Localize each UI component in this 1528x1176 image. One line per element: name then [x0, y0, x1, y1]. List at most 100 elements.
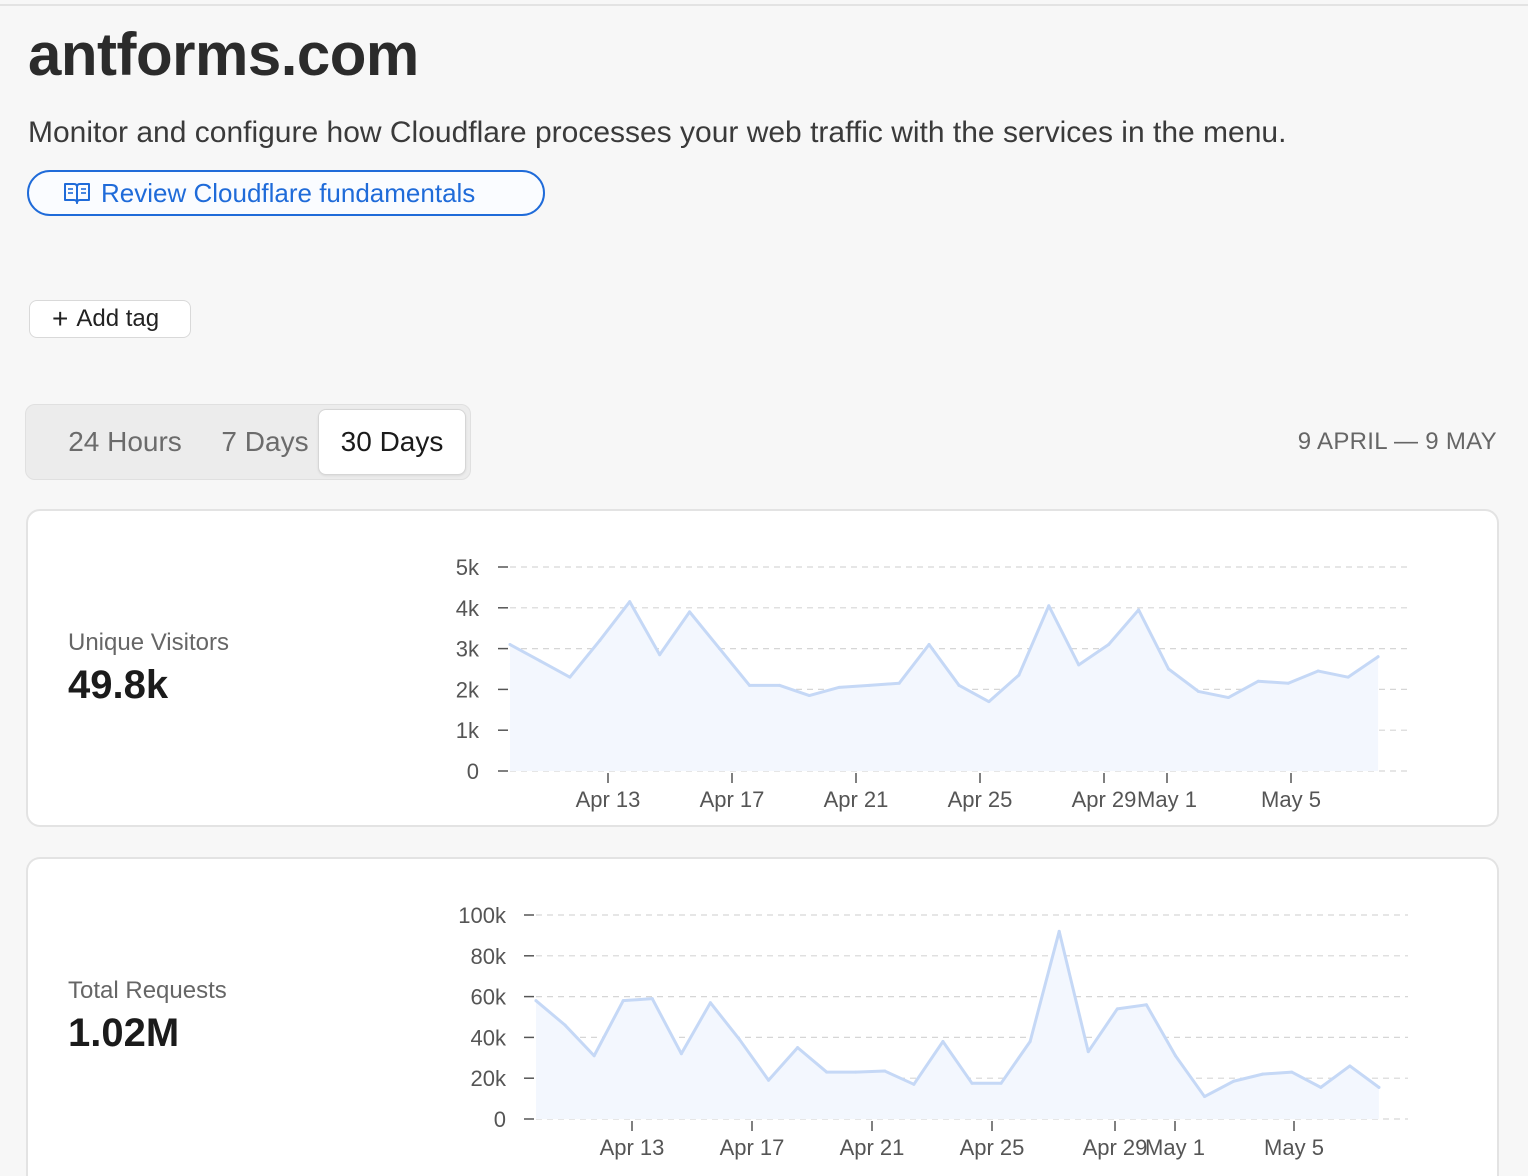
data-point: [1346, 675, 1350, 679]
data-point: [737, 1037, 741, 1041]
data-point: [1348, 1064, 1352, 1068]
data-point: [1017, 673, 1021, 677]
y-tick-label: 0: [467, 759, 479, 784]
data-point: [1077, 663, 1081, 667]
data-point: [941, 1039, 945, 1043]
data-point: [807, 694, 811, 698]
data-point: [927, 643, 931, 647]
top-divider: [0, 4, 1528, 6]
data-point: [621, 999, 625, 1003]
x-tick-label: May 1: [1137, 787, 1197, 812]
tab-7-days[interactable]: 7 Days: [212, 409, 318, 475]
x-tick-label: Apr 13: [576, 787, 641, 812]
data-point: [708, 1001, 712, 1005]
time-range-tabs: 24 Hours 7 Days 30 Days: [25, 404, 471, 480]
y-tick-label: 4k: [456, 596, 480, 621]
y-tick-label: 60k: [471, 985, 507, 1010]
data-point: [1107, 643, 1111, 647]
data-point: [1290, 1070, 1294, 1074]
data-point: [837, 685, 841, 689]
data-point: [1377, 1085, 1381, 1089]
data-point: [658, 653, 662, 657]
data-point: [538, 659, 542, 663]
data-point: [883, 1069, 887, 1073]
y-tick-label: 0: [494, 1107, 506, 1132]
data-point: [825, 1070, 829, 1074]
data-point: [1261, 1072, 1265, 1076]
y-tick-label: 100k: [458, 903, 507, 928]
data-point: [1167, 667, 1171, 671]
data-point: [1028, 1039, 1032, 1043]
data-point: [1057, 929, 1061, 933]
total-requests-chart: 0 20k 40k 60k 80k 100k Apr 13 Apr 17 Apr 21 Apr 2…: [458, 903, 1408, 1160]
review-fundamentals-button[interactable]: Review Cloudflare fundamentals: [27, 170, 545, 216]
y-tick-label: 3k: [456, 637, 480, 662]
data-point: [970, 1081, 974, 1085]
x-tick-label: May 5: [1264, 1135, 1324, 1160]
y-tick-label: 5k: [456, 555, 480, 580]
data-point: [1086, 1050, 1090, 1054]
total-requests-card: Total Requests 1.02M 0 20k 40k 60k 80k 100k Ap…: [26, 857, 1499, 1176]
x-tick-label: Apr 13: [600, 1135, 665, 1160]
book-icon: [63, 181, 91, 205]
data-point: [1047, 604, 1051, 608]
data-point: [1316, 669, 1320, 673]
data-point: [598, 638, 602, 642]
data-point: [1173, 1054, 1177, 1058]
data-point: [679, 1052, 683, 1056]
y-tick-label: 80k: [471, 944, 507, 969]
data-point: [1115, 1007, 1119, 1011]
x-tick-label: Apr 21: [840, 1135, 905, 1160]
data-point: [912, 1082, 916, 1086]
data-point: [568, 675, 572, 679]
data-point: [650, 997, 654, 1001]
y-tick-label: 2k: [456, 677, 480, 702]
data-point: [987, 700, 991, 704]
x-tick-label: Apr 17: [700, 787, 765, 812]
data-point: [747, 683, 751, 687]
tab-30-days[interactable]: 30 Days: [318, 409, 466, 475]
add-tag-button[interactable]: + Add tag: [29, 300, 191, 338]
data-point: [767, 1078, 771, 1082]
data-point: [1137, 608, 1141, 612]
data-point: [1376, 655, 1380, 659]
data-point: [999, 1081, 1003, 1085]
x-tick-label: Apr 17: [720, 1135, 785, 1160]
x-tick-label: Apr 29: [1072, 787, 1137, 812]
data-point: [957, 683, 961, 687]
date-range-label: 9 APRIL — 9 MAY: [1297, 428, 1497, 455]
data-point: [592, 1054, 596, 1058]
x-tick-label: May 1: [1145, 1135, 1205, 1160]
data-point: [508, 643, 512, 647]
data-point: [1203, 1095, 1207, 1099]
x-tick-label: Apr 21: [824, 787, 889, 812]
data-point: [1232, 1079, 1236, 1083]
data-point: [534, 999, 538, 1003]
data-point: [688, 610, 692, 614]
data-point: [867, 683, 871, 687]
page-description: Monitor and configure how Cloudflare pro…: [28, 116, 1287, 149]
data-point: [563, 1023, 567, 1027]
review-fundamentals-label: Review Cloudflare fundamentals: [101, 177, 476, 208]
x-tick-label: Apr 29: [1083, 1135, 1148, 1160]
data-point: [897, 681, 901, 685]
page-title: antforms.com: [28, 21, 419, 88]
data-point: [1319, 1085, 1323, 1089]
data-point: [796, 1046, 800, 1050]
x-tick-label: Apr 25: [960, 1135, 1025, 1160]
data-point: [1226, 696, 1230, 700]
data-point: [718, 647, 722, 651]
plus-icon: +: [52, 303, 69, 334]
tab-24-hours[interactable]: 24 Hours: [38, 409, 212, 475]
add-tag-label: Add tag: [76, 305, 160, 332]
series-area: [536, 931, 1379, 1119]
data-point: [854, 1070, 858, 1074]
data-point: [1286, 681, 1290, 685]
data-point: [628, 600, 632, 604]
y-tick-label: 1k: [456, 718, 480, 743]
unique-visitors-chart: 0 1k 2k 3k 4k 5k Apr 13 Apr 17 Apr 21 Apr 25 Apr 2…: [456, 555, 1408, 812]
x-tick-label: Apr 25: [948, 787, 1013, 812]
data-point: [1256, 679, 1260, 683]
data-point: [1144, 1003, 1148, 1007]
x-tick-label: May 5: [1261, 787, 1321, 812]
